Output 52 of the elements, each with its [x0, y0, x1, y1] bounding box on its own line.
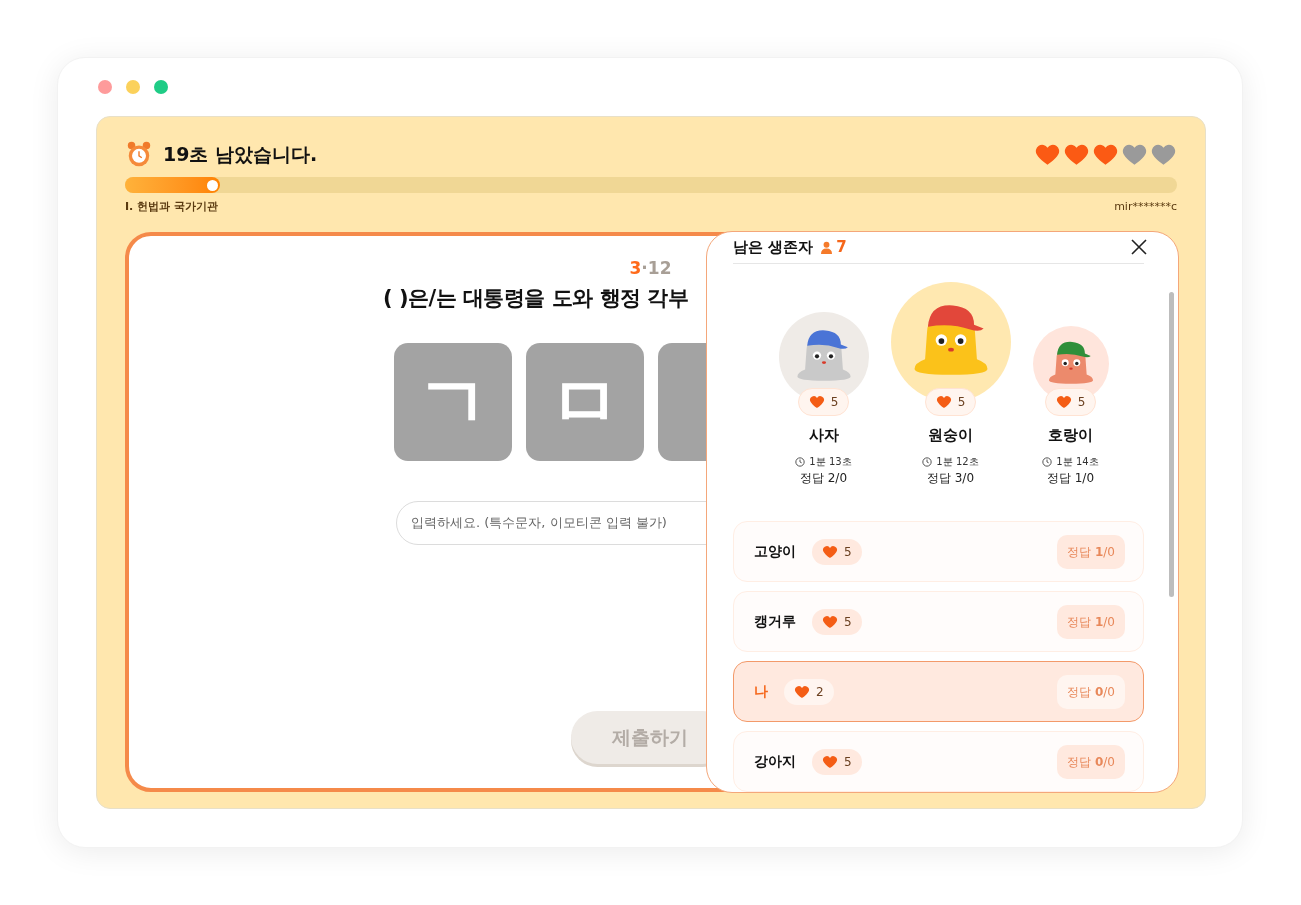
- survivor-row[interactable]: 고양이 5 정답 1/0: [733, 521, 1144, 582]
- letter-tile: ㄱ: [394, 342, 512, 461]
- survivor-count: 7: [836, 237, 847, 259]
- elapsed-time: 1분 14초: [1056, 455, 1099, 469]
- lives-count: 5: [844, 543, 852, 561]
- lives-count: 5: [844, 613, 852, 631]
- lives-count: 5: [1077, 393, 1086, 411]
- person-icon: [821, 240, 833, 254]
- user-id: mir*******c: [1114, 199, 1177, 215]
- clock-icon: [795, 456, 806, 467]
- question-counter: 3·12: [629, 256, 672, 280]
- heart-icon: [808, 393, 825, 410]
- score-badge: 정답 0/0: [1057, 744, 1125, 779]
- close-icon: [1131, 239, 1147, 256]
- score-text: 정답 3/0: [926, 470, 975, 487]
- survivor-row[interactable]: 캥거루 5 정답 1/0: [733, 591, 1144, 652]
- alarm-clock-icon: [125, 140, 153, 168]
- survivor-name: 원숭이: [928, 424, 973, 446]
- lives-count: 5: [957, 393, 966, 411]
- heart-icon: [1055, 393, 1072, 410]
- lives-count: 5: [844, 753, 852, 771]
- heart-icon: [935, 393, 952, 410]
- heart-icon: [794, 683, 810, 700]
- survivor-name: 고양이: [754, 542, 796, 561]
- survivor-name: 캥거루: [754, 612, 796, 631]
- clock-icon: [1042, 456, 1053, 467]
- timer-text: 19초 남았습니다.: [163, 141, 318, 167]
- survivor-name: 강아지: [754, 752, 796, 771]
- elapsed-time: 1분 13초: [809, 455, 852, 469]
- scrollbar-thumb[interactable]: [1168, 292, 1174, 597]
- score-badge: 정답 1/0: [1057, 604, 1125, 639]
- letter-tile: ㅁ: [526, 342, 644, 461]
- progress-thumb: [206, 179, 218, 191]
- score-text: 정답 2/0: [799, 470, 848, 487]
- survivor-name: 사자: [808, 424, 839, 446]
- panel-title: 남은 생존자: [733, 237, 814, 259]
- lives-count: 5: [830, 393, 839, 411]
- heart-icon: [822, 613, 838, 630]
- question-text: ( )은/는 대통령을 도와 행정 각부: [383, 285, 690, 312]
- survivor-name: 나: [754, 682, 768, 701]
- score-text: 정답 1/0: [1046, 470, 1095, 487]
- lives-count: 2: [816, 683, 824, 701]
- chapter-label: Ⅰ. 헌법과 국가기관: [125, 199, 218, 215]
- score-badge: 정답 1/0: [1057, 534, 1125, 569]
- survivor-row[interactable]: 강아지 5 정답 0/0: [733, 731, 1144, 792]
- clock-icon: [922, 456, 933, 467]
- survivor-name: 호랑이: [1048, 424, 1093, 446]
- score-badge: 정답 0/0: [1057, 674, 1125, 709]
- heart-icon: [822, 543, 838, 560]
- elapsed-time: 1분 12초: [936, 455, 979, 469]
- survivor-row[interactable]: 나 2 정답 0/0: [733, 661, 1144, 722]
- heart-icon: [822, 753, 838, 770]
